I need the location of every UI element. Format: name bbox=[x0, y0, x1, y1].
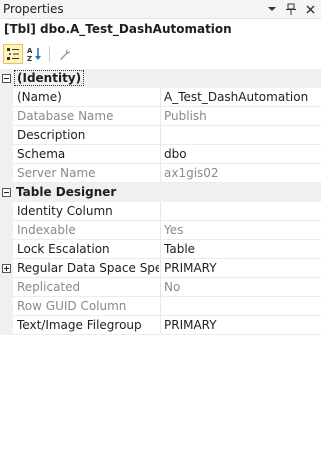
property-pages-button[interactable] bbox=[55, 44, 75, 64]
property-value[interactable]: A_Test_DashAutomation bbox=[164, 90, 319, 104]
wrench-icon bbox=[60, 49, 70, 60]
properties-toolbar: A Z bbox=[0, 41, 321, 67]
pin-icon[interactable] bbox=[283, 1, 299, 17]
property-value[interactable]: PRIMARY bbox=[164, 261, 319, 275]
property-row-description[interactable]: Description bbox=[0, 126, 321, 145]
property-row-schema[interactable]: Schema dbo bbox=[0, 145, 321, 164]
property-name: Indexable bbox=[17, 223, 76, 237]
property-name: Schema bbox=[17, 147, 66, 161]
property-row-identity-column[interactable]: Identity Column bbox=[0, 202, 321, 221]
alphabetical-button[interactable]: A Z bbox=[25, 44, 45, 64]
property-name: Description bbox=[17, 128, 86, 142]
property-value[interactable]: dbo bbox=[164, 147, 319, 161]
property-value[interactable]: Table bbox=[164, 242, 319, 256]
properties-panel: Properties [Tbl] dbo.A_Test_DashAutomati… bbox=[0, 0, 321, 463]
property-row-text-image-filegroup[interactable]: Text/Image Filegroup PRIMARY bbox=[0, 316, 321, 335]
category-label: (Identity) bbox=[14, 70, 85, 86]
property-name: (Name) bbox=[17, 90, 62, 104]
collapse-icon[interactable] bbox=[2, 188, 11, 197]
category-table-designer[interactable]: Table Designer bbox=[0, 183, 321, 202]
close-icon[interactable] bbox=[302, 1, 318, 17]
property-value: ax1gis02 bbox=[164, 166, 219, 180]
expand-icon[interactable] bbox=[2, 264, 11, 273]
title-bar: Properties bbox=[0, 0, 321, 19]
svg-text:A: A bbox=[27, 47, 33, 55]
property-row-row-guid-column[interactable]: Row GUID Column bbox=[0, 297, 321, 316]
property-name: Database Name bbox=[17, 109, 114, 123]
property-name: Text/Image Filegroup bbox=[17, 318, 142, 332]
property-row-lock-escalation[interactable]: Lock Escalation Table bbox=[0, 240, 321, 259]
property-name: Row GUID Column bbox=[17, 299, 127, 313]
property-name: Identity Column bbox=[17, 204, 113, 218]
property-row-name[interactable]: (Name) A_Test_DashAutomation bbox=[0, 88, 321, 107]
property-name: Regular Data Space Specification bbox=[17, 261, 159, 275]
property-name: Server Name bbox=[17, 166, 96, 180]
toolbar-separator bbox=[49, 46, 50, 62]
chevron-down-icon[interactable] bbox=[264, 1, 280, 17]
property-row-database-name[interactable]: Database Name Publish bbox=[0, 107, 321, 126]
categorized-icon bbox=[7, 48, 19, 60]
property-value: Publish bbox=[164, 109, 207, 123]
property-value: Yes bbox=[164, 223, 184, 237]
property-value[interactable]: PRIMARY bbox=[164, 318, 319, 332]
object-header: [Tbl] dbo.A_Test_DashAutomation bbox=[0, 19, 321, 41]
property-row-replicated[interactable]: Replicated No bbox=[0, 278, 321, 297]
category-identity[interactable]: (Identity) bbox=[0, 69, 321, 88]
property-grid: (Identity) (Name) A_Test_DashAutomation … bbox=[0, 69, 321, 335]
property-value: No bbox=[164, 280, 181, 294]
property-row-regular-data-space[interactable]: Regular Data Space Specification PRIMARY bbox=[0, 259, 321, 278]
categorized-button[interactable] bbox=[3, 44, 23, 64]
svg-text:Z: Z bbox=[27, 55, 32, 62]
property-name: Replicated bbox=[17, 280, 81, 294]
selected-object-title: [Tbl] dbo.A_Test_DashAutomation bbox=[4, 22, 232, 36]
property-row-server-name[interactable]: Server Name ax1gis02 bbox=[0, 164, 321, 183]
property-row-indexable[interactable]: Indexable Yes bbox=[0, 221, 321, 240]
window-title: Properties bbox=[3, 2, 64, 16]
alphabetical-icon: A Z bbox=[27, 47, 41, 62]
category-label: Table Designer bbox=[16, 185, 117, 199]
collapse-icon[interactable] bbox=[2, 74, 11, 83]
property-name: Lock Escalation bbox=[17, 242, 110, 256]
